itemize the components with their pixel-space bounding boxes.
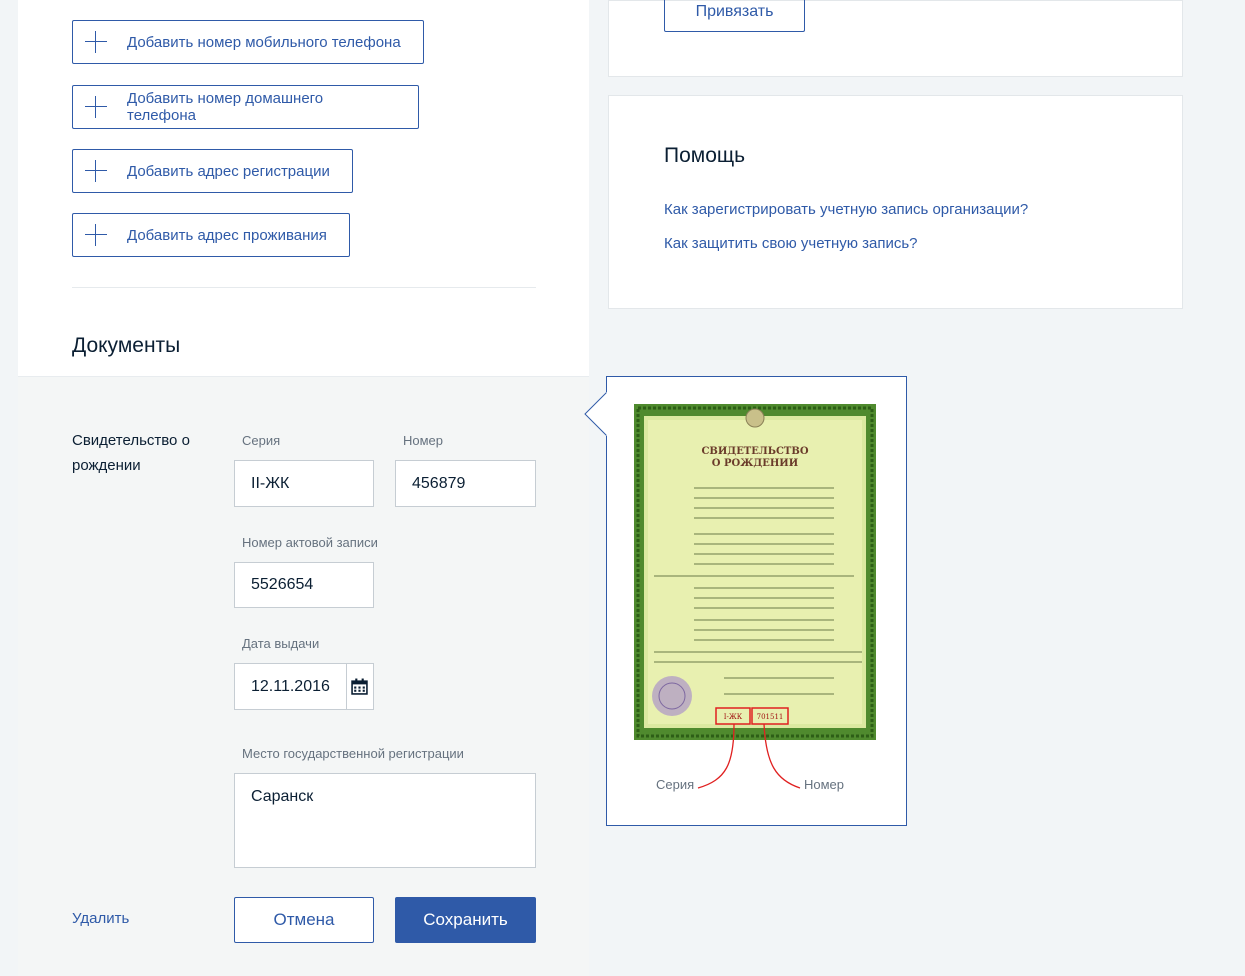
registration-place-textarea[interactable]: Саранск [234,773,536,868]
act-record-label: Номер актовой записи [242,535,378,550]
registration-place-value: Саранск [251,788,314,805]
registration-place-label: Место государственной регистрации [242,746,464,761]
number-input[interactable]: 456879 [395,460,536,507]
number-label: Номер [403,433,444,448]
plus-icon [85,224,107,246]
add-mobile-phone-label: Добавить номер мобильного телефона [127,33,401,51]
series-value: II-ЖК [251,474,290,492]
calendar-icon[interactable] [351,678,368,695]
delete-document-link[interactable]: Удалить [72,910,129,927]
date-separator [346,664,347,709]
cert-title-line-1: СВИДЕТЕЛЬСТВО [701,446,808,457]
cert-number-mark: 701511 [757,713,784,721]
bind-button[interactable]: Привязать [664,0,805,32]
save-button[interactable]: Сохранить [395,897,536,943]
add-home-phone-label: Добавить номер домашнего телефона [127,90,324,124]
add-living-address-button[interactable]: Добавить адрес проживания [72,213,350,257]
cancel-button[interactable]: Отмена [234,897,374,943]
documents-section-title: Документы [72,334,181,357]
hint-pointer-lines [697,724,801,789]
number-value: 456879 [412,474,466,492]
help-link-register-org[interactable]: Как зарегистрировать учетную запись орга… [664,201,1028,218]
add-home-phone-button[interactable]: Добавить номер домашнего телефона [72,85,419,129]
series-caption: Серия [656,777,695,792]
add-mobile-phone-button[interactable]: Добавить номер мобильного телефона [72,20,424,64]
issue-date-value: 12.11.2016 [251,677,330,695]
popover-arrow [584,392,608,436]
section-divider [72,287,536,288]
number-caption: Номер [804,777,845,792]
document-type-label: Свидетельство о рождении [72,432,190,474]
issue-date-label: Дата выдачи [242,636,320,651]
help-title: Помощь [664,144,746,167]
issue-date-input[interactable]: 12.11.2016 [234,663,374,710]
plus-icon [85,31,107,53]
add-registration-address-button[interactable]: Добавить адрес регистрации [72,149,353,193]
series-label: Серия [242,433,281,448]
help-link-protect-account[interactable]: Как защитить свою учетную запись? [664,235,918,252]
act-record-input[interactable]: 5526654 [234,562,374,608]
cert-series-mark: I-ЖК [724,713,743,721]
cert-title-line-2: О РОЖДЕНИИ [712,458,798,469]
plus-icon [85,160,107,182]
birth-certificate-sample-image: СВИДЕТЕЛЬСТВО О РОЖДЕНИИ I-ЖК 701511 [634,404,876,740]
add-registration-address-label: Добавить адрес регистрации [127,162,330,180]
act-record-value: 5526654 [251,576,314,593]
bind-button-label: Привязать [695,3,774,20]
series-input[interactable]: II-ЖК [234,460,374,507]
add-living-address-label: Добавить адрес проживания [127,226,327,244]
plus-icon [85,96,107,118]
